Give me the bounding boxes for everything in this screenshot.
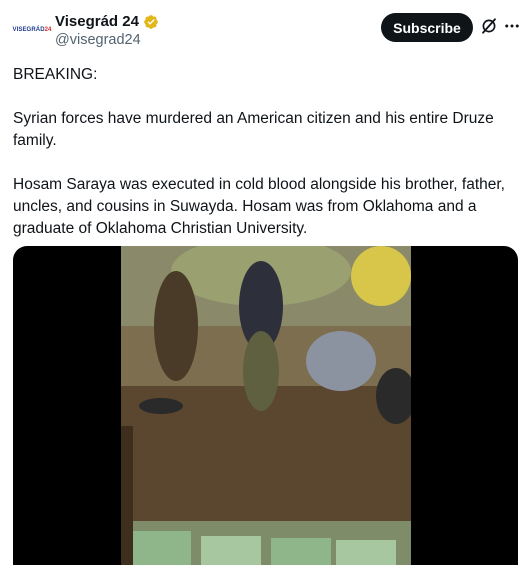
tweet-header: VISEGRÁD24 Visegrád 24 @visegrad24 Subsc… (0, 0, 527, 60)
avatar-logo-word: VISEGRÁD (12, 27, 45, 33)
tweet-text: BREAKING: Syrian forces have murdered an… (13, 64, 518, 240)
grok-icon[interactable] (480, 17, 498, 35)
more-icon[interactable] (503, 17, 521, 35)
tweet-paragraph: Syrian forces have murdered an American … (13, 110, 494, 149)
media-video[interactable] (13, 246, 518, 565)
tweet-paragraph: Hosam Saraya was executed in cold blood … (13, 176, 505, 237)
author-info: Visegrád 24 @visegrad24 (55, 13, 159, 48)
avatar-logo-number: 24 (44, 27, 52, 33)
display-name[interactable]: Visegrád 24 (55, 13, 139, 30)
tweet-paragraph: BREAKING: (13, 66, 98, 83)
subscribe-button[interactable]: Subscribe (381, 13, 473, 42)
handle[interactable]: @visegrad24 (55, 32, 159, 48)
avatar[interactable]: VISEGRÁD24 (12, 10, 52, 50)
avatar-logo: VISEGRÁD24 (12, 27, 51, 33)
verified-badge-icon (144, 14, 158, 29)
video-frame[interactable] (121, 246, 411, 565)
